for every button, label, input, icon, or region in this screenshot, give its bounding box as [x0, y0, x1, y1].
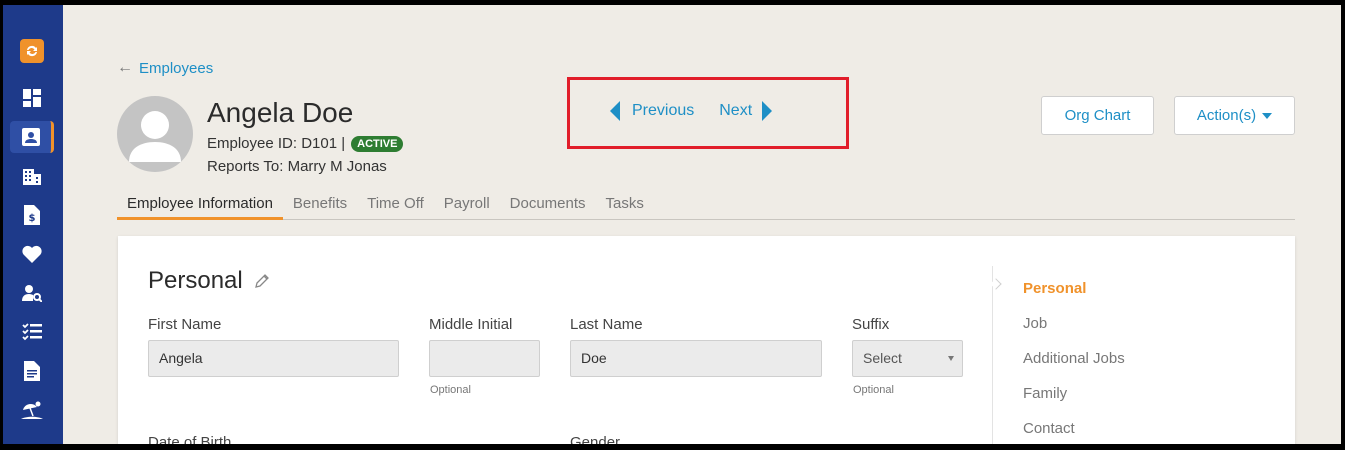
middle-initial-label: Middle Initial	[429, 316, 513, 333]
reports-to: Reports To: Marry M Jonas	[207, 158, 387, 175]
section-nav-contact[interactable]: Contact	[1023, 420, 1075, 437]
org-chart-button[interactable]: Org Chart	[1041, 96, 1154, 135]
section-nav-job[interactable]: Job	[1023, 315, 1047, 332]
user-search-icon[interactable]	[10, 277, 54, 309]
middle-initial-hint: Optional	[430, 384, 471, 396]
middle-initial-field[interactable]	[429, 340, 540, 377]
file-text-icon[interactable]	[10, 355, 54, 387]
checklist-icon[interactable]	[10, 316, 54, 348]
employee-id-text: Employee ID: D101 |	[207, 135, 346, 152]
last-name-field[interactable]: Doe	[570, 340, 822, 377]
pencil-icon[interactable]	[253, 272, 271, 290]
employee-id: Employee ID: D101 | ACTIVE	[207, 135, 404, 152]
back-to-employees-link[interactable]: ← Employees	[117, 59, 213, 77]
record-pager: Previous Next	[610, 101, 773, 121]
sync-icon[interactable]	[20, 39, 44, 63]
back-link-label: Employees	[139, 59, 214, 77]
tab-employee-information[interactable]: Employee Information	[117, 194, 283, 220]
org-chart-label: Org Chart	[1064, 107, 1131, 124]
suffix-label: Suffix	[852, 316, 890, 333]
caret-down-icon	[948, 356, 954, 361]
arrow-left-icon: ←	[117, 59, 133, 76]
heart-icon[interactable]	[10, 238, 54, 270]
previous-button[interactable]: Previous	[610, 101, 694, 121]
last-name-label: Last Name	[570, 316, 643, 333]
triangle-right-icon	[762, 101, 773, 121]
caret-down-icon	[1262, 112, 1273, 119]
building-icon[interactable]	[10, 160, 54, 192]
section-title-text: Personal	[148, 267, 243, 294]
avatar	[117, 96, 193, 172]
first-name-label: First Name	[148, 316, 222, 333]
section-nav-personal[interactable]: Personal	[1023, 280, 1086, 297]
section-title: Personal	[148, 267, 271, 295]
dob-label: Date of Birth	[148, 434, 232, 444]
tab-tasks[interactable]: Tasks	[596, 194, 654, 220]
section-nav-family[interactable]: Family	[1023, 385, 1067, 402]
document-dollar-icon[interactable]: $	[10, 199, 54, 231]
app-frame: $ ← Employees Angela Doe Employee ID: D1…	[3, 5, 1341, 444]
employee-tabs: Employee Information Benefits Time Off P…	[117, 194, 1295, 220]
suffix-hint: Optional	[853, 384, 894, 396]
personal-card: Personal First Name Angela Middle Initia…	[118, 236, 1295, 444]
next-label: Next	[719, 102, 753, 119]
beach-umbrella-icon[interactable]	[10, 394, 54, 426]
suffix-select-value: Select	[863, 350, 902, 366]
svg-text:$: $	[29, 213, 36, 224]
chevron-right-icon	[990, 278, 1002, 290]
tab-documents[interactable]: Documents	[500, 194, 596, 220]
tab-payroll[interactable]: Payroll	[434, 194, 500, 220]
section-nav: Personal Job Additional Jobs Family Cont…	[990, 266, 1295, 444]
gender-label: Gender	[570, 434, 621, 444]
section-nav-additional-jobs[interactable]: Additional Jobs	[1023, 350, 1125, 367]
first-name-field[interactable]: Angela	[148, 340, 399, 377]
status-badge: ACTIVE	[351, 135, 404, 152]
tab-benefits[interactable]: Benefits	[283, 194, 357, 220]
employee-card-icon[interactable]	[10, 121, 54, 153]
actions-dropdown-button[interactable]: Action(s)	[1174, 96, 1295, 135]
employee-name: Angela Doe	[207, 97, 354, 128]
dashboard-icon[interactable]	[10, 82, 54, 114]
previous-label: Previous	[632, 102, 695, 119]
triangle-left-icon	[610, 101, 620, 121]
sidebar: $	[3, 5, 63, 444]
user-silhouette-icon	[129, 111, 181, 162]
next-button[interactable]: Next	[719, 101, 773, 121]
suffix-select[interactable]: Select	[852, 340, 963, 377]
actions-label: Action(s)	[1196, 107, 1257, 124]
tab-time-off[interactable]: Time Off	[357, 194, 434, 220]
